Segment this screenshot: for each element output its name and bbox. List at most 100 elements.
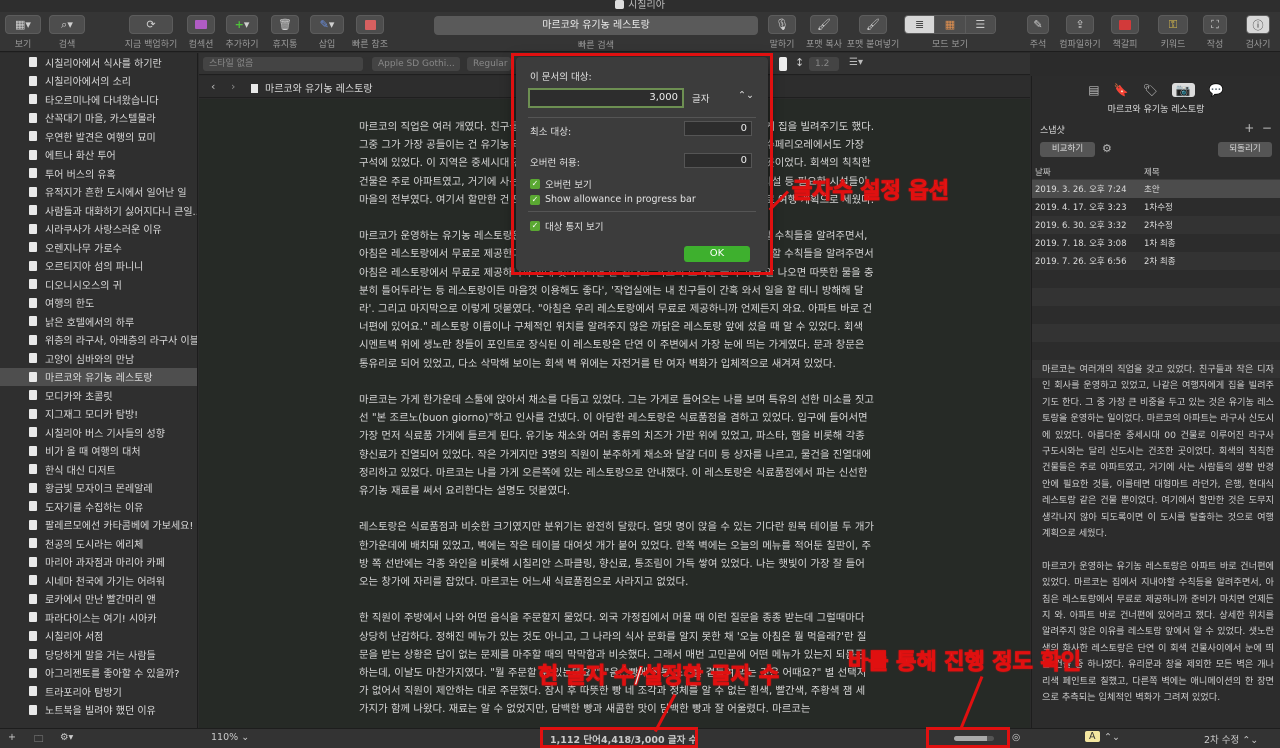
corkboard-mode-button[interactable]: ▦: [934, 16, 965, 33]
binder-item[interactable]: 시칠리아에서 식사를 하기란: [0, 53, 197, 72]
inspector-button[interactable]: ⓘ 검사기: [1240, 15, 1276, 50]
header-doc-title[interactable]: 마르코와 유기농 레스토랑: [251, 80, 373, 95]
snapshot-row[interactable]: 2019. 7. 18. 오후 3:08 1차 최종: [1032, 234, 1280, 252]
binder-item[interactable]: 디오니시오스의 귀: [0, 275, 197, 294]
document-icon: [29, 612, 37, 623]
paste-format-button[interactable]: 🖌 포맷 붙여넣기: [846, 15, 900, 50]
binder-item[interactable]: 오렌지나무 가로수: [0, 238, 197, 257]
binder-item[interactable]: 당당하게 말을 거는 사람들: [0, 645, 197, 664]
document-icon: [29, 205, 37, 216]
binder-item[interactable]: 투어 버스의 유혹: [0, 164, 197, 183]
comment-button[interactable]: ✎ 주석: [1026, 15, 1050, 50]
document-icon: [29, 297, 37, 308]
binder-item[interactable]: 트라포리아 탐방기: [0, 682, 197, 701]
copy-format-button[interactable]: 🖌 포맷 복사: [806, 15, 842, 50]
back-arrow-icon[interactable]: ‹: [211, 80, 215, 93]
editor-paragraph[interactable]: 마르코는 가게 한가운데 스툴에 앉아서 채소를 다듬고 있었다. 그는 가게로…: [359, 391, 874, 500]
binder-item[interactable]: 오르티지아 섬의 파니니: [0, 257, 197, 276]
snapshot-row[interactable]: 2019. 7. 26. 오후 6:56 2차 최종: [1032, 252, 1280, 270]
snapshot-row[interactable]: 2019. 6. 30. 오후 3:32 2차수정: [1032, 216, 1280, 234]
text-color-swatch[interactable]: [779, 57, 787, 71]
bookmarks-tab-icon[interactable]: 🔖: [1114, 83, 1129, 97]
binder-item[interactable]: 유적지가 흔한 도시에서 일어난 일: [0, 183, 197, 202]
binder-item[interactable]: 아그리젠토를 좋아할 수 있을까?: [0, 664, 197, 683]
search-button[interactable]: ⌕▾ 검색: [48, 15, 86, 50]
line-spacing-select[interactable]: 1.2: [809, 57, 839, 71]
insert-button[interactable]: ✎ ▾ 삽입: [308, 15, 346, 50]
binder-item[interactable]: 도자기를 수집하는 이유: [0, 497, 197, 516]
add-icon: + ▾: [226, 15, 258, 34]
target-icon[interactable]: ◎: [1012, 732, 1020, 743]
document-icon: [29, 427, 37, 438]
outline-mode-button[interactable]: ☰: [964, 16, 995, 33]
binder-item[interactable]: 마리아 과자점과 마리아 카페: [0, 553, 197, 572]
binder-item[interactable]: 위층의 라구사, 아래층의 라구사 이블라: [0, 331, 197, 350]
binder-item[interactable]: 사람들과 대화하기 싫어지다니 큰일...: [0, 201, 197, 220]
metadata-tab-icon[interactable]: 🏷: [1143, 83, 1158, 97]
compose-mode-button[interactable]: ⛶ 작성: [1202, 15, 1228, 50]
add-document-icon[interactable]: +: [8, 732, 16, 743]
comments-tab-icon[interactable]: 💬: [1209, 83, 1224, 97]
speak-button[interactable]: 🎙 말하기: [764, 15, 800, 50]
binder-item[interactable]: 시칠리아 서점: [0, 627, 197, 646]
zoom-select[interactable]: 110% ⌄: [211, 732, 249, 743]
add-remove-snapshot[interactable]: + −: [1244, 121, 1272, 135]
add-folder-icon[interactable]: 🗀: [34, 732, 44, 748]
snapshots-tab-icon[interactable]: 📷: [1171, 83, 1195, 97]
font-weight-select[interactable]: Regular: [467, 57, 511, 71]
binder-item[interactable]: 우연한 발견은 여행의 묘미: [0, 127, 197, 146]
keywords-button[interactable]: ⚿ 키워드: [1156, 15, 1190, 50]
composition-button[interactable]: 컴섹션: [186, 15, 216, 50]
annotation-current-count: 현 글자 수/설정한 글자 수: [537, 664, 780, 690]
style-select[interactable]: 스타일 없음: [203, 57, 363, 71]
backup-now-button[interactable]: ⟳ 지금 백업하기: [120, 15, 182, 50]
revision-select[interactable]: 2차 수정 ⌃⌄: [1204, 732, 1258, 746]
binder-item[interactable]: 천공의 도시라는 에리체: [0, 534, 197, 553]
binder-item[interactable]: 한식 대신 디저트: [0, 460, 197, 479]
binder-item[interactable]: 마르코와 유기농 레스토랑: [0, 367, 197, 386]
binder-item[interactable]: 지그재그 모디카 탐방!: [0, 405, 197, 424]
snapshot-row[interactable]: 2019. 4. 17. 오후 3:23 1차수정: [1032, 198, 1280, 216]
document-icon: [29, 131, 37, 142]
binder-item[interactable]: 로카에서 만난 빨간머리 앤: [0, 590, 197, 609]
font-select[interactable]: Apple SD Gothi...: [372, 57, 460, 71]
notes-tab-icon[interactable]: ▤: [1088, 83, 1099, 97]
compare-button[interactable]: 비교하기: [1040, 142, 1095, 157]
add-button[interactable]: + ▾ 추가하기: [224, 15, 260, 50]
insert-icon: ✎ ▾: [310, 15, 344, 34]
quick-reference-button[interactable]: 빠른 참조: [352, 15, 388, 50]
view-button[interactable]: ▦▾ 보기: [4, 15, 42, 50]
chevron-updown-icon[interactable]: ⌃⌄: [1104, 732, 1120, 743]
document-icon: [29, 538, 37, 549]
binder-item[interactable]: 시칠리아에서의 소리: [0, 72, 197, 91]
paste-format-icon: 🖌: [859, 15, 887, 34]
editor-paragraph[interactable]: 레스토랑은 식료품점과 비슷한 크기였지만 분위기는 완전히 달랐다. 열댓 명…: [359, 518, 874, 591]
binder-item[interactable]: 에트나 화산 투어: [0, 146, 197, 165]
rollback-button[interactable]: 되돌리기: [1218, 142, 1272, 157]
binder-item[interactable]: 타오르미나에 다녀왔습니다: [0, 90, 197, 109]
bookmark-letter[interactable]: A: [1085, 731, 1100, 742]
binder-item[interactable]: 시칠리아 버스 기사들의 성향: [0, 423, 197, 442]
binder-item[interactable]: 파라다이스는 여기! 시아카: [0, 608, 197, 627]
binder-item[interactable]: 산꼭대기 마을, 카스텔몰라: [0, 109, 197, 128]
trash-button[interactable]: 🗑 휴지통: [270, 15, 300, 50]
compile-button[interactable]: ⇪ 컴파일하기: [1058, 15, 1102, 50]
binder-item[interactable]: 노트북을 빌려야 했던 이유: [0, 701, 197, 720]
binder-item[interactable]: 시라쿠사가 사랑스러운 이유: [0, 220, 197, 239]
binder-item[interactable]: 황금빛 모자이크 몬레알레: [0, 479, 197, 498]
forward-arrow-icon[interactable]: ›: [231, 80, 235, 93]
binder-item[interactable]: 팔레르모에선 카타콤베에 가보세요!: [0, 516, 197, 535]
list-icon[interactable]: ☰▾: [849, 57, 863, 68]
binder-item[interactable]: 여행의 한도: [0, 294, 197, 313]
binder-item[interactable]: 비가 올 때 여행의 대처: [0, 442, 197, 461]
binder-item[interactable]: 시네마 천국에 가기는 어려워: [0, 571, 197, 590]
gear-menu-icon[interactable]: ⚙▾: [60, 732, 73, 743]
gear-icon[interactable]: ⚙: [1102, 142, 1112, 155]
binder-item[interactable]: 낡은 호텔에서의 하루: [0, 312, 197, 331]
binder-item[interactable]: 고양이 심바와의 만남: [0, 349, 197, 368]
document-mode-button[interactable]: ≣: [905, 16, 935, 33]
quick-search-field[interactable]: 마르코와 유기농 레스토랑: [434, 16, 758, 35]
bookmark-button[interactable]: 책갈피: [1110, 15, 1140, 50]
snapshot-row[interactable]: 2019. 3. 26. 오후 7:24 초안: [1032, 180, 1280, 198]
binder-item[interactable]: 모디카와 초콜릿: [0, 386, 197, 405]
